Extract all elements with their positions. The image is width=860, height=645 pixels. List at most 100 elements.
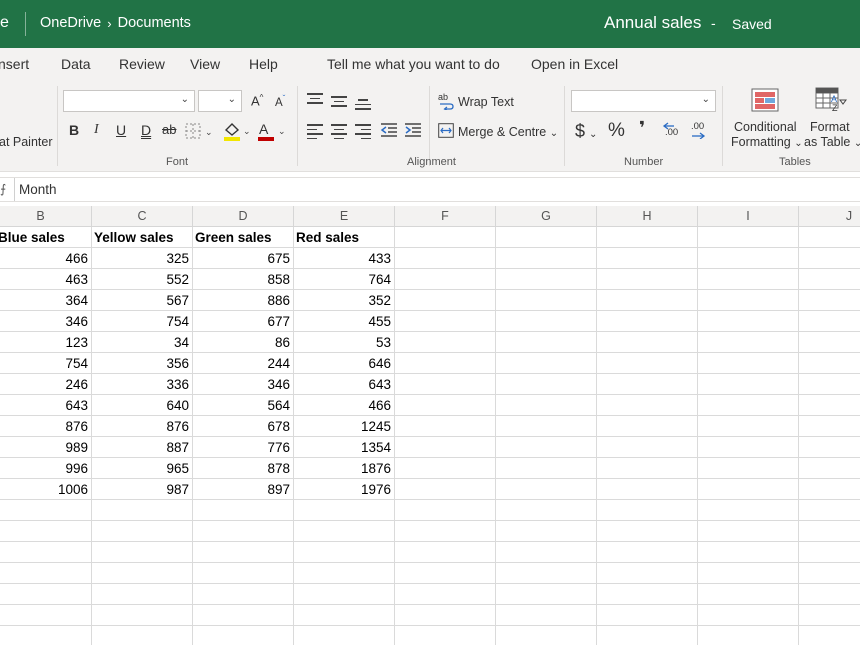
value-cell[interactable]: 86 — [193, 332, 294, 353]
cell[interactable] — [597, 248, 698, 269]
value-cell[interactable]: 887 — [92, 437, 193, 458]
cell[interactable] — [597, 479, 698, 500]
cell[interactable] — [799, 626, 860, 645]
wrap-text-icon[interactable]: ab — [438, 92, 454, 113]
decrease-indent-icon[interactable] — [380, 122, 398, 141]
tab-review[interactable]: Review — [119, 56, 165, 72]
document-title[interactable]: Annual sales — [604, 13, 701, 33]
format-painter-button[interactable]: at Painter — [0, 135, 53, 149]
cell[interactable] — [395, 584, 496, 605]
cell[interactable] — [496, 626, 597, 645]
cell[interactable] — [698, 458, 799, 479]
value-cell[interactable]: 346 — [0, 311, 92, 332]
font-color-button[interactable]: A ⌄ — [258, 120, 288, 145]
cell[interactable] — [698, 563, 799, 584]
cell[interactable] — [698, 521, 799, 542]
value-cell[interactable]: 433 — [294, 248, 395, 269]
cell[interactable] — [597, 500, 698, 521]
bold-button[interactable]: B — [69, 122, 79, 138]
percent-button[interactable]: % — [608, 120, 625, 142]
cell[interactable] — [799, 290, 860, 311]
double-underline-button[interactable]: D — [141, 122, 151, 138]
header-cell[interactable]: Green sales — [193, 227, 294, 248]
cell[interactable] — [698, 500, 799, 521]
cell[interactable] — [395, 500, 496, 521]
cell[interactable] — [698, 479, 799, 500]
cell[interactable] — [92, 521, 193, 542]
cell[interactable] — [0, 584, 92, 605]
cell[interactable] — [597, 416, 698, 437]
value-cell[interactable]: 754 — [92, 311, 193, 332]
cell[interactable] — [799, 332, 860, 353]
strikethrough-button[interactable]: ab — [162, 122, 176, 137]
cell[interactable] — [92, 584, 193, 605]
cell[interactable] — [92, 500, 193, 521]
value-cell[interactable]: 1006 — [0, 479, 92, 500]
tab-help[interactable]: Help — [249, 56, 278, 72]
cell[interactable] — [496, 290, 597, 311]
cell[interactable] — [395, 626, 496, 645]
cell[interactable] — [799, 311, 860, 332]
cell[interactable] — [496, 395, 597, 416]
align-top-icon[interactable] — [307, 93, 323, 107]
value-cell[interactable]: 246 — [0, 374, 92, 395]
underline-button[interactable]: U — [116, 122, 126, 138]
cell[interactable] — [799, 395, 860, 416]
cell[interactable] — [698, 395, 799, 416]
cell[interactable] — [395, 227, 496, 248]
cell[interactable] — [0, 626, 92, 645]
italic-button[interactable]: I — [94, 122, 99, 138]
cell[interactable] — [496, 521, 597, 542]
value-cell[interactable]: 643 — [294, 374, 395, 395]
value-cell[interactable]: 336 — [92, 374, 193, 395]
comma-style-button[interactable]: ❜ — [639, 118, 645, 139]
cell[interactable] — [799, 563, 860, 584]
cell[interactable] — [698, 248, 799, 269]
cell[interactable] — [597, 332, 698, 353]
value-cell[interactable]: 466 — [294, 395, 395, 416]
conditional-formatting-line1[interactable]: Conditional — [734, 120, 797, 134]
cell[interactable] — [395, 416, 496, 437]
column-header-d[interactable]: D — [193, 206, 294, 227]
align-left-icon[interactable] — [307, 124, 323, 142]
value-cell[interactable]: 987 — [92, 479, 193, 500]
shrink-font-button[interactable]: Aˇ — [275, 94, 285, 109]
value-cell[interactable]: 552 — [92, 269, 193, 290]
cell[interactable] — [597, 584, 698, 605]
cell[interactable] — [496, 542, 597, 563]
increase-decimal-button[interactable]: .00 — [662, 121, 680, 142]
formula-input[interactable]: Month — [19, 182, 57, 197]
cell[interactable] — [193, 542, 294, 563]
cell[interactable] — [597, 374, 698, 395]
cell[interactable] — [294, 626, 395, 645]
value-cell[interactable]: 463 — [0, 269, 92, 290]
value-cell[interactable]: 244 — [193, 353, 294, 374]
align-right-icon[interactable] — [355, 124, 371, 142]
cell[interactable] — [799, 479, 860, 500]
cell[interactable] — [395, 311, 496, 332]
cell[interactable] — [698, 269, 799, 290]
value-cell[interactable]: 646 — [294, 353, 395, 374]
cell[interactable] — [799, 605, 860, 626]
cell[interactable] — [597, 521, 698, 542]
value-cell[interactable]: 53 — [294, 332, 395, 353]
cell[interactable] — [799, 353, 860, 374]
cell[interactable] — [193, 563, 294, 584]
cell[interactable] — [0, 521, 92, 542]
align-center-icon[interactable] — [331, 124, 347, 142]
value-cell[interactable]: 678 — [193, 416, 294, 437]
open-in-excel-button[interactable]: Open in Excel — [531, 56, 618, 72]
column-header-c[interactable]: C — [92, 206, 193, 227]
cell[interactable] — [698, 227, 799, 248]
format-as-table-line1[interactable]: Format — [810, 120, 850, 134]
increase-indent-icon[interactable] — [404, 122, 422, 141]
value-cell[interactable]: 1876 — [294, 458, 395, 479]
align-middle-icon[interactable] — [331, 96, 347, 110]
cell[interactable] — [698, 353, 799, 374]
cell[interactable] — [193, 521, 294, 542]
cell[interactable] — [698, 332, 799, 353]
cell[interactable] — [496, 563, 597, 584]
cell[interactable] — [698, 584, 799, 605]
cell[interactable] — [597, 269, 698, 290]
cell[interactable] — [698, 290, 799, 311]
